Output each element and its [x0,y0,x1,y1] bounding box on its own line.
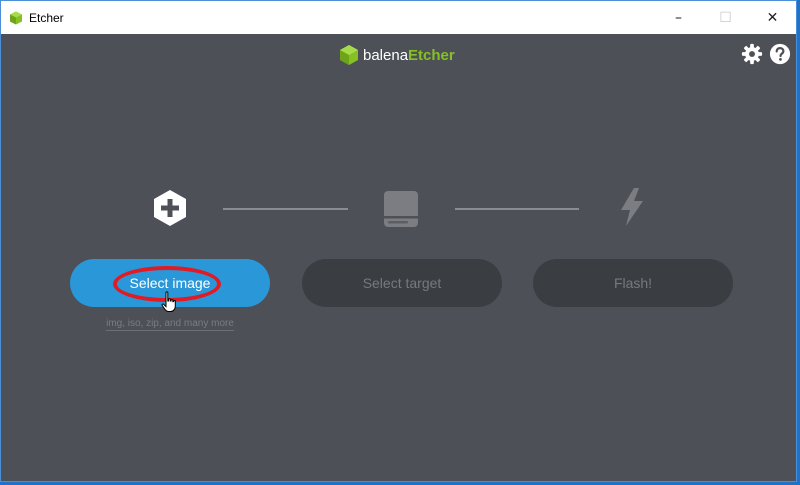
step-connector-1 [223,208,348,210]
gear-icon [741,43,763,65]
step-target-icon [382,189,420,229]
drive-icon [384,191,418,227]
maximize-button[interactable]: ☐ [702,1,749,34]
supported-formats-text: img, iso, zip, and many more [106,318,234,331]
settings-button[interactable] [740,42,764,66]
supported-formats-hint: img, iso, zip, and many more [70,318,270,331]
flash-button[interactable]: Flash! [533,259,733,307]
hand-cursor-icon [161,291,176,312]
minimize-button[interactable]: – [655,1,702,34]
select-target-button[interactable]: Select target [302,259,502,307]
title-bar[interactable]: Etcher – ☐ ✕ [1,1,796,34]
logo-text-balena: balena [363,46,409,64]
logo-text-etcher: Etcher [408,46,455,64]
close-button[interactable]: ✕ [749,1,796,34]
step-flash-icon [617,187,647,227]
step-image-icon [151,189,189,227]
logo-text: balenaEtcher [363,47,455,64]
step-connector-2 [455,208,579,210]
balena-etcher-logo: balenaEtcher [339,43,455,67]
help-button[interactable] [768,42,792,66]
balena-cube-icon [340,45,358,65]
help-icon [769,43,791,65]
window-controls: – ☐ ✕ [655,1,796,34]
etcher-app-icon [10,11,22,24]
app-window: Etcher – ☐ ✕ balenaEtcher Select image S… [0,0,797,482]
lightning-icon [621,188,643,226]
plus-hexagon-icon [154,190,186,226]
window-title: Etcher [29,10,64,25]
main-content: balenaEtcher Select image Select target … [1,34,796,481]
